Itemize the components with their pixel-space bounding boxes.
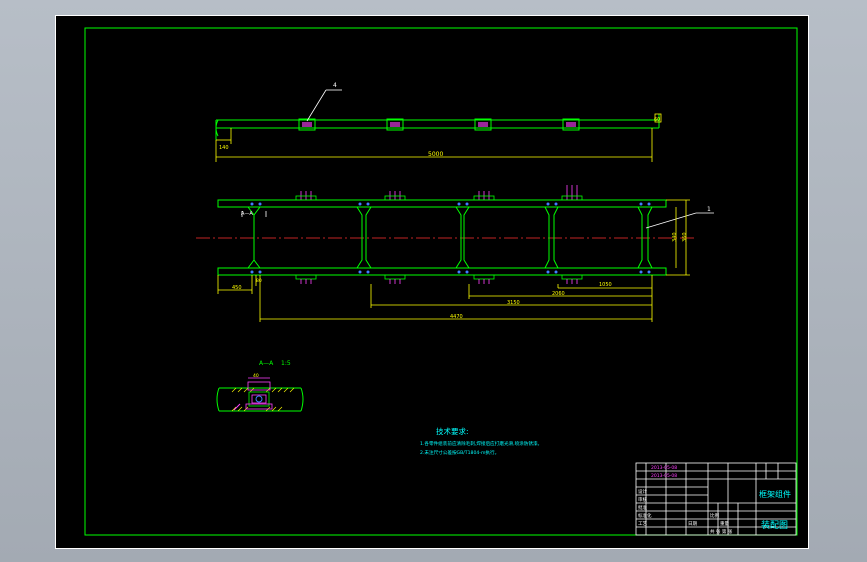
label-approve: 批准 bbox=[638, 504, 647, 511]
inner-border bbox=[84, 27, 798, 536]
balloon-1: 1 bbox=[707, 206, 711, 213]
stamp-date-2: 2013-05-08 bbox=[651, 473, 677, 479]
section-title: A—A bbox=[259, 360, 274, 367]
company-name: 装配图 bbox=[761, 519, 788, 531]
label-weight: 重量 bbox=[720, 520, 729, 527]
dim-450: 450 bbox=[232, 285, 242, 291]
label-scale: 比例 bbox=[710, 512, 719, 519]
balloon-4: 4 bbox=[333, 82, 337, 89]
cad-viewport[interactable]: 4 5000 140 60 1 A—A 340 360 450 80 1050 … bbox=[0, 0, 867, 562]
section-view bbox=[216, 377, 304, 412]
label-design: 设计 bbox=[638, 488, 647, 495]
dim-5000: 5000 bbox=[428, 151, 443, 158]
drawing-canvas: 4 5000 140 60 1 A—A 340 360 450 80 1050 … bbox=[84, 27, 798, 536]
drawing-name: 框架组件 bbox=[759, 489, 791, 499]
notes-line-2: 2.未注尺寸公差按GB/T1804-m执行。 bbox=[420, 449, 499, 456]
drawing-sheet[interactable]: 4 5000 140 60 1 A—A 340 360 450 80 1050 … bbox=[55, 15, 809, 549]
notes-line-1: 1.各零件组装前应清除毛刺,焊接后应打磨光滑,喷涂防锈漆。 bbox=[420, 440, 542, 447]
notes-heading: 技术要求: bbox=[436, 426, 469, 436]
dim-4470: 4470 bbox=[450, 314, 463, 320]
dim-section: 40 bbox=[253, 373, 259, 379]
dim-2060: 2060 bbox=[552, 291, 565, 297]
section-marker: A—A bbox=[241, 211, 253, 217]
label-date: 日期 bbox=[688, 521, 697, 527]
section-scale: 1:5 bbox=[281, 360, 291, 367]
label-check: 审核 bbox=[638, 496, 647, 503]
dim-60: 60 bbox=[654, 117, 660, 123]
dim-140: 140 bbox=[219, 145, 229, 151]
label-process: 工艺 bbox=[638, 521, 647, 527]
plan-view bbox=[196, 185, 714, 322]
dim-3150: 3150 bbox=[507, 300, 520, 306]
stamp-date-1: 2013-05-08 bbox=[651, 465, 677, 471]
label-sheet: 共 张 第 张 bbox=[710, 528, 733, 535]
dim-80: 80 bbox=[256, 278, 262, 284]
label-standard: 标准化 bbox=[638, 512, 652, 519]
dim-360: 360 bbox=[682, 232, 688, 242]
dim-1050: 1050 bbox=[599, 282, 612, 288]
dim-340: 340 bbox=[672, 232, 678, 242]
